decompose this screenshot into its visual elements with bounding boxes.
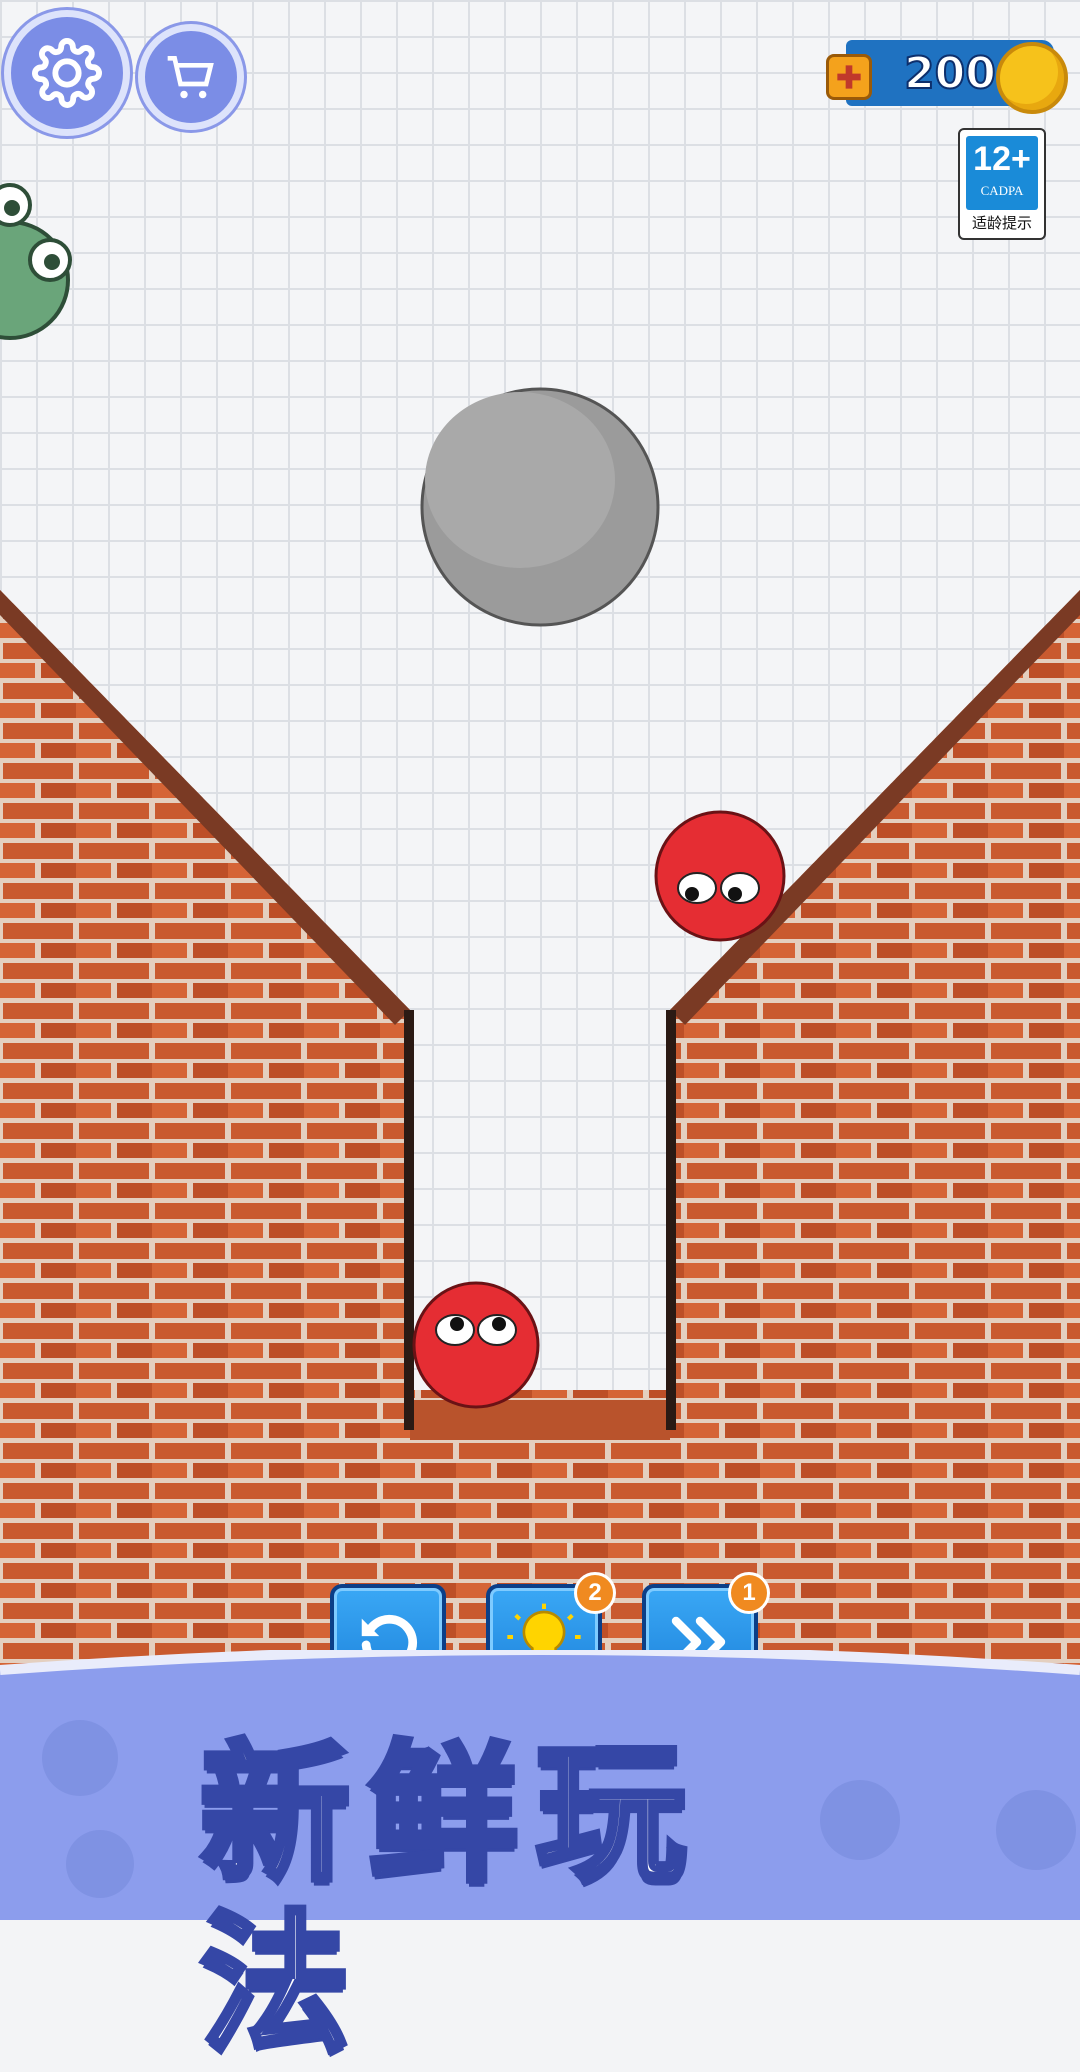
age-rating-org: CADPA [980,183,1024,198]
age-rating-number: 12+ [973,140,1031,178]
fuzzball-decoration [66,1830,134,1898]
shopping-cart-icon [167,56,214,99]
banner-title: 新鲜玩法 [197,1727,705,2072]
skip-count-badge: 1 [728,1572,770,1614]
settings-button[interactable] [4,10,130,136]
hint-count-badge: 2 [574,1572,616,1614]
fuzzball-decoration [996,1790,1076,1870]
right-pit-shadow [666,1010,676,1430]
coin-icon [996,42,1068,114]
add-coins-button[interactable] [826,54,872,100]
pit-floor [410,1400,670,1440]
left-brick-wall [0,590,410,1400]
red-ball-lower [412,1281,540,1409]
stone-ball-highlight [425,392,615,568]
shop-button[interactable] [138,24,244,130]
right-brick-wall [670,590,1080,1400]
plus-icon [837,65,861,89]
age-rating-badge: 12+ CADPA 适龄提示 [958,128,1046,240]
red-ball-upper [654,810,786,942]
frog-character [0,183,72,340]
age-rating-caption: 适龄提示 [971,214,1032,232]
gear-icon [32,38,102,108]
coin-count: 200 [903,47,997,100]
fuzzball-decoration [42,1720,118,1796]
left-pit-shadow [404,1010,414,1430]
